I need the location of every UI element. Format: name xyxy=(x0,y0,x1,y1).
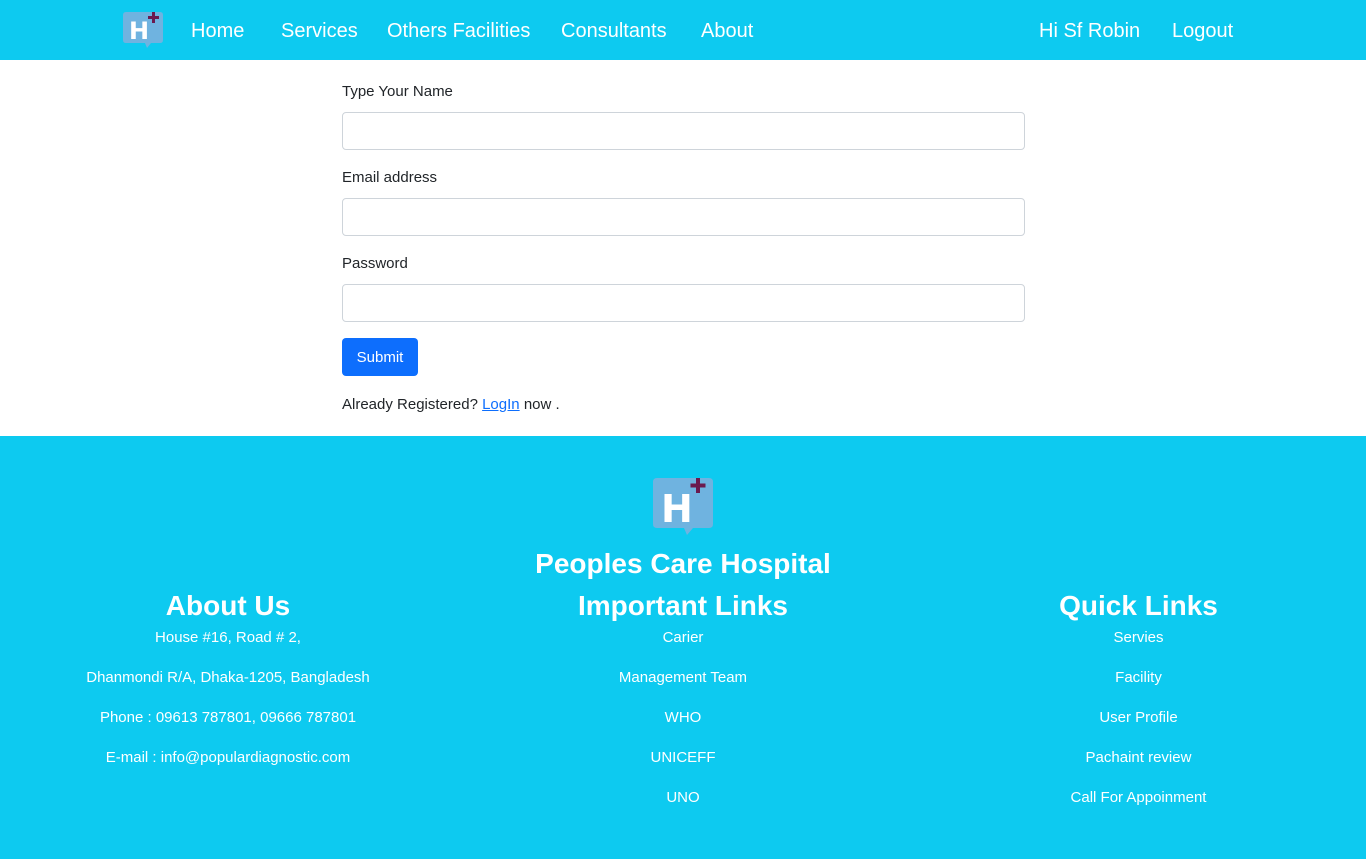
password-input[interactable] xyxy=(342,284,1025,322)
email-label: Email address xyxy=(342,169,438,186)
footer-link-carier[interactable]: Carier xyxy=(455,628,911,668)
footer-link-uniceff[interactable]: UNICEFF xyxy=(455,748,911,788)
email-text: E-mail : info@populardiagnostic.com xyxy=(105,749,351,766)
about-us-heading: About Us xyxy=(165,590,291,621)
already-suffix: now . xyxy=(523,396,560,413)
footer-link-uno[interactable]: UNO xyxy=(455,788,911,828)
logout-link[interactable]: Logout xyxy=(1172,19,1233,43)
name-input[interactable] xyxy=(342,112,1025,150)
phone-text: Phone : 09613 787801, 09666 787801 xyxy=(99,709,357,726)
footer-link-call-for-appoinment[interactable]: Call For Appoinment xyxy=(911,788,1366,828)
footer-link-facility[interactable]: Facility xyxy=(911,668,1366,708)
footer-link-who[interactable]: WHO xyxy=(455,708,911,748)
important-links-column: Important Links Carier Management Team W… xyxy=(455,586,911,828)
address-line-1: House #16, Road # 2, xyxy=(155,629,301,646)
nav-link-services[interactable]: Services xyxy=(281,19,358,43)
svg-text:H: H xyxy=(661,487,693,531)
important-links-heading: Important Links xyxy=(577,590,788,621)
quick-links-heading: Quick Links xyxy=(1059,590,1218,621)
login-link[interactable]: LogIn xyxy=(482,396,520,413)
nav-link-about[interactable]: About xyxy=(701,19,753,43)
password-label: Password xyxy=(342,255,408,272)
hospital-name: Peoples Care Hospital xyxy=(535,548,831,579)
nav-link-others-facilities[interactable]: Others Facilities xyxy=(387,19,530,43)
nav-link-home[interactable]: Home xyxy=(191,19,244,43)
footer-link-user-profile[interactable]: User Profile xyxy=(911,708,1366,748)
footer-link-management-team[interactable]: Management Team xyxy=(455,668,911,708)
svg-text:H: H xyxy=(129,17,149,45)
name-label: Type Your Name xyxy=(342,83,453,100)
user-greeting[interactable]: Hi Sf Robin xyxy=(1039,19,1140,43)
address-line-2: Dhanmondi R/A, Dhaka-1205, Bangladesh xyxy=(86,669,370,686)
quick-links-column: Quick Links Servies Facility User Profil… xyxy=(911,586,1366,828)
nav-link-consultants[interactable]: Consultants xyxy=(561,19,667,43)
about-us-column: About Us House #16, Road # 2, Dhanmondi … xyxy=(0,586,456,788)
footer-link-servies[interactable]: Servies xyxy=(911,628,1366,668)
navbar: H Home Services Others Facilities Consul… xyxy=(0,0,1366,60)
hospital-logo-icon[interactable]: H xyxy=(123,10,165,50)
footer: H Peoples Care Hospital About Us House #… xyxy=(0,436,1366,859)
already-prefix: Already Registered? xyxy=(342,396,478,413)
submit-button[interactable]: Submit xyxy=(342,338,418,376)
hospital-logo-icon: H xyxy=(653,478,713,535)
already-registered-text: Already Registered? LogIn now . xyxy=(342,393,560,417)
footer-link-pachaint-review[interactable]: Pachaint review xyxy=(911,748,1366,788)
email-input[interactable] xyxy=(342,198,1025,236)
